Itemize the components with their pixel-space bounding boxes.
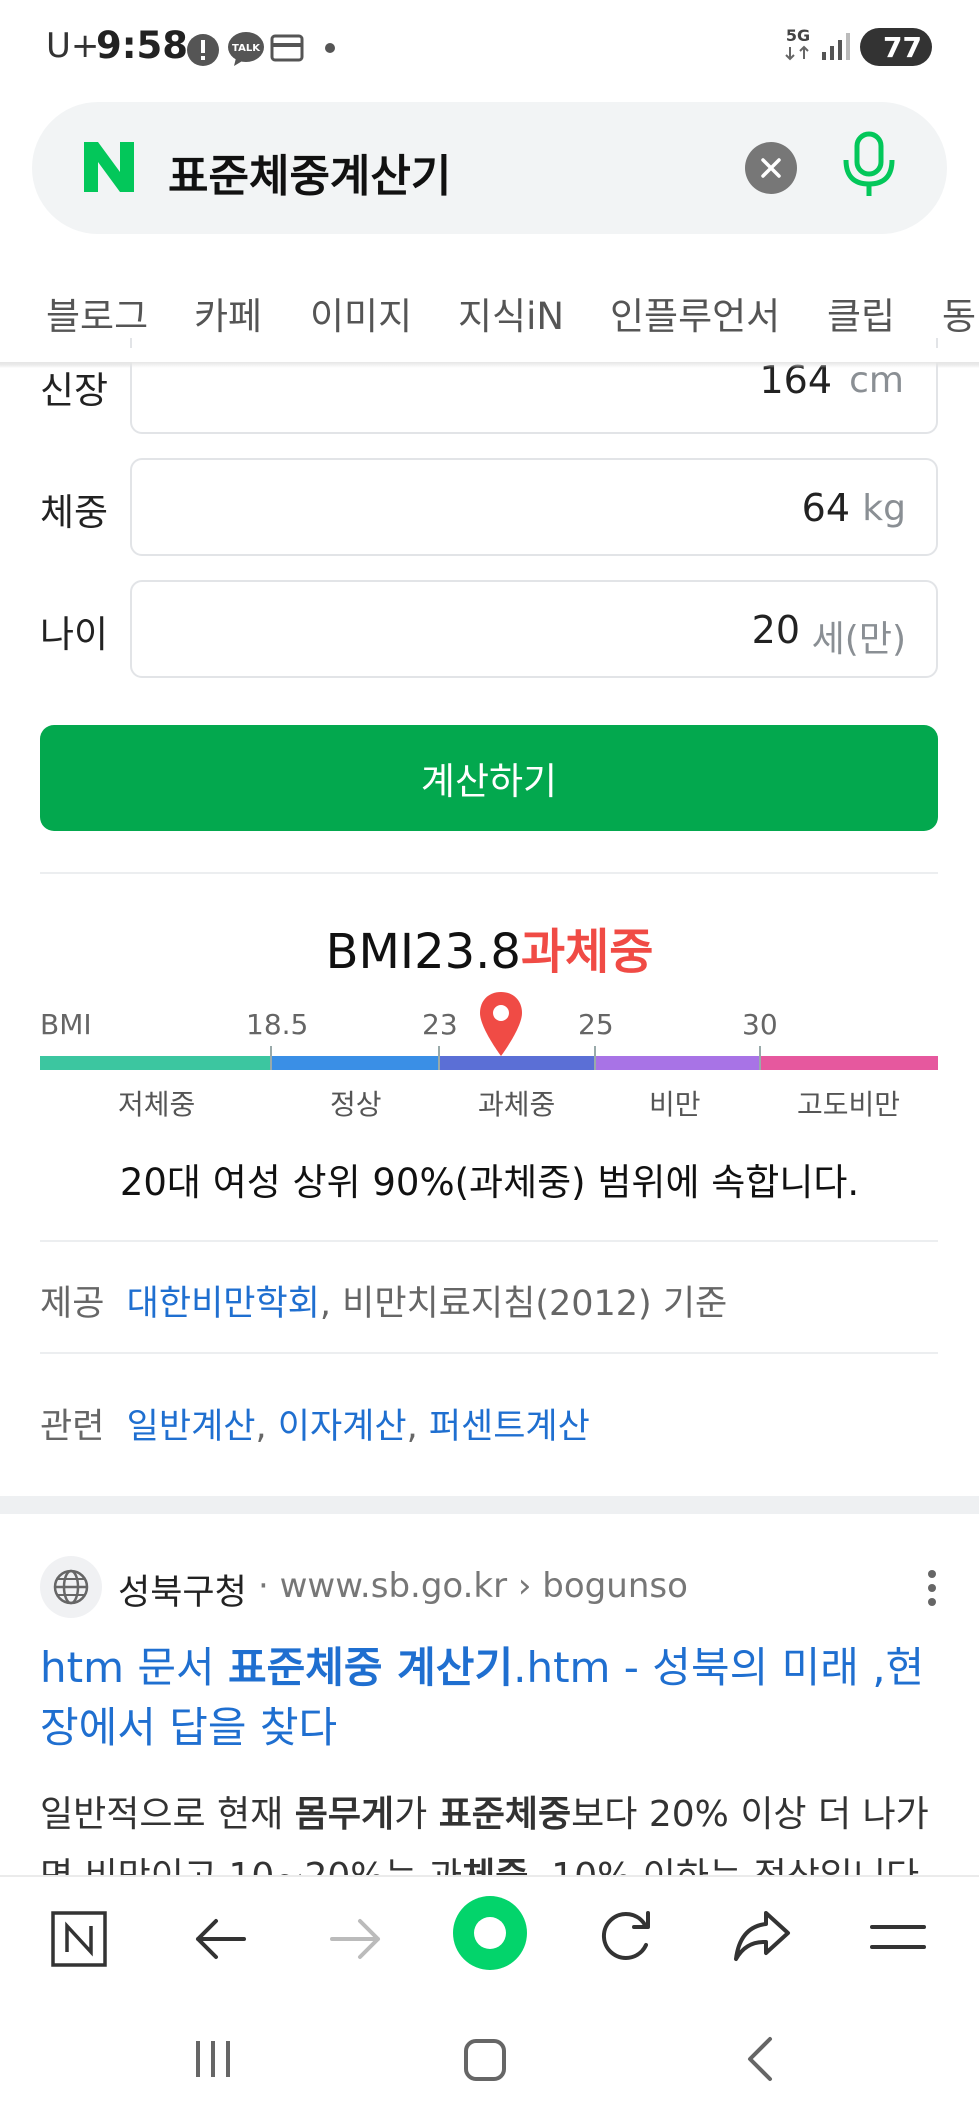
bmi-tick-mark [438, 1046, 440, 1070]
height-label: 신장 [40, 369, 109, 412]
weight-value[interactable]: 64 [802, 486, 850, 530]
microphone-icon[interactable] [840, 130, 898, 200]
age-unit: 세(만) [811, 619, 906, 660]
related-label: 관련 [40, 1407, 105, 1447]
recent-apps-icon[interactable] [190, 2037, 236, 2081]
site-name[interactable]: 성북구청 [118, 1564, 247, 1615]
bmi-value: 23.8 [414, 924, 521, 980]
related-link-interest[interactable]: 이자계산 [278, 1407, 407, 1447]
clock: 9:58 [96, 24, 189, 67]
bmi-category-severe-obese: 고도비만 [797, 1088, 901, 1121]
tab-image[interactable]: 이미지 [310, 286, 412, 340]
menu-icon[interactable] [868, 1917, 928, 1957]
refresh-icon[interactable] [596, 1907, 654, 1967]
bmi-bar-obese [595, 1056, 760, 1070]
bmi-bar-normal [271, 1056, 439, 1070]
site-url[interactable]: · www.sb.go.kr › bogunso [258, 1566, 688, 1606]
source-rest: , 비만치료지침(2012) 기준 [319, 1284, 728, 1324]
signal-icon [822, 33, 850, 60]
naver-home-icon[interactable] [50, 1910, 108, 1968]
carrier-label: U+ [46, 26, 100, 66]
weight-field[interactable]: 64 kg [130, 458, 938, 556]
result-title-link[interactable]: htm 문서 표준체중 계산기.htm - 성북의 미래 ,현장에서 답을 찾다 [40, 1638, 940, 1758]
wallet-notification-icon [270, 34, 304, 62]
header-shadow-overlay [0, 362, 979, 368]
globe-icon [53, 1569, 89, 1605]
age-label: 나이 [40, 613, 109, 656]
header-cover [0, 348, 979, 362]
bmi-category-normal: 정상 [330, 1088, 382, 1121]
bmi-tick-23: 23 [422, 1008, 458, 1041]
green-dot-icon[interactable] [452, 1895, 528, 1971]
clear-search-button[interactable] [745, 142, 797, 194]
tab-blog[interactable]: 블로그 [46, 286, 148, 340]
age-value[interactable]: 20 [752, 608, 800, 652]
close-icon [761, 158, 781, 178]
back-arrow-icon[interactable] [192, 1915, 248, 1963]
talk-notification-icon: TALK [228, 32, 264, 66]
bmi-tick-25: 25 [578, 1008, 614, 1041]
source-line: 제공 대한비만학회, 비만치료지침(2012) 기준 [40, 1275, 727, 1326]
related-link-percent[interactable]: 퍼센트계산 [429, 1407, 590, 1447]
alert-notification-icon [187, 34, 219, 66]
divider [40, 1240, 938, 1242]
weight-unit: kg [862, 488, 906, 529]
bmi-category-obese: 비만 [649, 1088, 701, 1121]
svg-text:TALK: TALK [232, 43, 261, 54]
tab-influencer[interactable]: 인플루언서 [610, 286, 780, 340]
bmi-category-underweight: 저체중 [118, 1088, 196, 1121]
bmi-category-overweight: 과체중 [478, 1088, 556, 1121]
tab-video[interactable]: 동 [942, 286, 976, 340]
bmi-prefix: BMI [325, 924, 415, 980]
bmi-tick-30: 30 [742, 1008, 778, 1041]
section-divider [0, 1496, 979, 1514]
bmi-bar-underweight [40, 1056, 271, 1070]
weight-label: 체중 [40, 491, 109, 534]
tab-cafe[interactable]: 카페 [194, 286, 262, 340]
divider [40, 1352, 938, 1354]
result-snippet: 일반적으로 현재 몸무게가 표준체중보다 20% 이상 더 나가면 비만이고 1… [40, 1794, 931, 1884]
source-label: 제공 [40, 1284, 105, 1324]
related-separator: , [406, 1407, 429, 1447]
tab-clip[interactable]: 클립 [827, 286, 895, 340]
share-icon[interactable] [732, 1907, 792, 1965]
bmi-tick-mark [594, 1046, 596, 1070]
more-notifications-icon [325, 43, 335, 53]
bmi-tick-mark [759, 1046, 761, 1070]
search-tabs: 블로그 카페 이미지 지식iN 인플루언서 클립 동 [0, 268, 979, 348]
site-favicon[interactable] [40, 1556, 102, 1618]
related-line: 관련 일반계산, 이자계산, 퍼센트계산 [40, 1398, 590, 1449]
bottom-toolbar [0, 1875, 979, 2123]
bmi-tick-mark [270, 1046, 272, 1070]
bmi-marker-icon [480, 992, 522, 1056]
more-options-icon[interactable] [925, 1568, 939, 1608]
bmi-status: 과체중 [520, 924, 654, 980]
back-icon[interactable] [744, 2035, 776, 2083]
tab-kin[interactable]: 지식iN [458, 286, 564, 340]
forward-arrow-icon[interactable] [328, 1915, 384, 1963]
bmi-tick-18-5: 18.5 [246, 1008, 309, 1041]
bmi-scale-label: BMI [40, 1008, 92, 1041]
network-5g-icon: 5G [780, 26, 816, 62]
home-icon[interactable] [462, 2037, 508, 2083]
result-title-pre[interactable]: htm 문서 [40, 1643, 228, 1692]
age-field[interactable]: 20 세(만) [130, 580, 938, 678]
bmi-result-title: BMI23.8과체중 [0, 912, 979, 982]
bmi-bar-severe-obese [760, 1056, 938, 1070]
result-title-bold[interactable]: 표준체중 계산기 [228, 1643, 513, 1692]
battery-indicator: 77 [860, 28, 932, 66]
related-separator: , [255, 1407, 278, 1447]
divider [40, 872, 938, 874]
related-link-general[interactable]: 일반계산 [127, 1407, 256, 1447]
status-bar: U+ 9:58 TALK 5G 77 [0, 0, 979, 95]
bmi-description: 20대 여성 상위 90%(과체중) 범위에 속합니다. [119, 1161, 860, 1204]
search-query[interactable]: 표준체중계산기 [168, 140, 451, 204]
source-link[interactable]: 대한비만학회 [127, 1284, 320, 1324]
naver-logo-icon[interactable] [80, 138, 138, 196]
calculate-button[interactable]: 계산하기 [40, 725, 938, 831]
